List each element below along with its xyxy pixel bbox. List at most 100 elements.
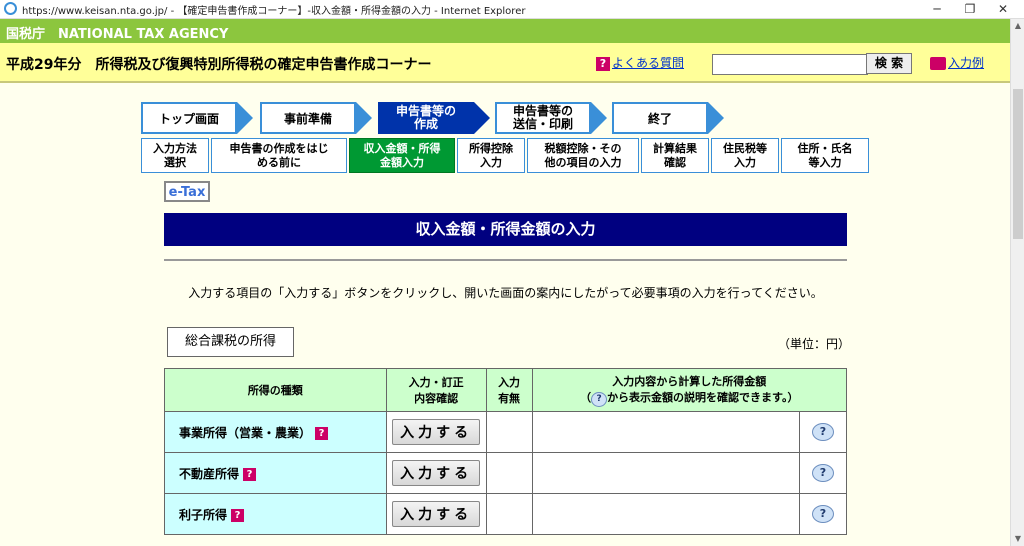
col-kind-label: 所得の種類 bbox=[247, 384, 303, 397]
example-label: 入力例 bbox=[948, 56, 985, 70]
step-send-label-2: 送信・印刷 bbox=[512, 117, 573, 131]
help-icon[interactable]: ? bbox=[812, 505, 834, 523]
substep-1-label-1: 入力方法 bbox=[153, 141, 197, 155]
step-prep-label: 事前準備 bbox=[283, 111, 332, 126]
substep-address: 住所・氏名 等入力 bbox=[781, 138, 869, 173]
help-icon[interactable]: ? bbox=[812, 464, 834, 482]
step-top-label: トップ画面 bbox=[158, 111, 219, 126]
section-label: 総合課税の所得 bbox=[167, 327, 294, 357]
step-create-label-2: 作成 bbox=[413, 117, 438, 131]
step-send: 申告書等の 送信・印刷 bbox=[495, 102, 591, 134]
substep-result: 計算結果 確認 bbox=[641, 138, 709, 173]
divider bbox=[164, 259, 847, 261]
substep-deduction: 所得控除 入力 bbox=[457, 138, 525, 173]
corner-title: 平成29年分 所得税及び復興特別所得税の確定申告書作成コーナー bbox=[6, 57, 432, 73]
row-help-cell: ? bbox=[799, 493, 847, 535]
col-amount-header: 入力内容から計算した所得金額 （? から表示金額の説明を確認できます。） bbox=[531, 368, 848, 412]
row-kind: 事業所得（営業・農業）? bbox=[164, 411, 387, 453]
page-title: 収入金額・所得金額の入力 bbox=[164, 213, 847, 246]
substep-8-label-1: 住所・氏名 bbox=[797, 141, 853, 155]
table-row: 利子所得? 入力する ? bbox=[164, 493, 847, 535]
row-amount bbox=[531, 411, 801, 453]
row-kind-label: 事業所得（営業・農業） bbox=[179, 425, 312, 440]
substep-5-label-1: 税額控除・その bbox=[544, 141, 622, 155]
row-kind-label: 不動産所得 bbox=[179, 466, 240, 481]
book-icon bbox=[930, 57, 946, 70]
step-arrow bbox=[237, 102, 253, 134]
step-arrow bbox=[708, 102, 724, 134]
ie-logo-icon bbox=[4, 2, 17, 15]
row-kind: 不動産所得? bbox=[164, 452, 387, 494]
agency-bar: 国税庁 NATIONAL TAX AGENCY bbox=[0, 19, 1024, 43]
example-link[interactable]: 入力例 bbox=[930, 54, 984, 71]
scroll-down-icon[interactable]: ▼ bbox=[1011, 532, 1024, 546]
restore-button[interactable]: ❐ bbox=[955, 0, 985, 18]
substep-tax-credit: 税額控除・その 他の項目の入力 bbox=[527, 138, 639, 173]
step-arrow bbox=[474, 102, 490, 134]
search-input[interactable] bbox=[712, 54, 868, 75]
col-amount-label-1: 入力内容から計算した所得金額 bbox=[612, 375, 767, 388]
question-icon[interactable]: ? bbox=[315, 426, 329, 440]
row-button-cell: 入力する bbox=[385, 411, 487, 453]
scroll-thumb[interactable] bbox=[1013, 89, 1023, 239]
substep-4-label-1: 所得控除 bbox=[469, 141, 513, 155]
input-button-business[interactable]: 入力する bbox=[392, 419, 481, 445]
table-row: 不動産所得? 入力する ? bbox=[164, 452, 847, 494]
row-help-cell: ? bbox=[799, 452, 847, 494]
row-button-cell: 入力する bbox=[385, 452, 487, 494]
table-header-row: 所得の種類 入力・訂正 内容確認 入力 有無 入力内容から計算した所得金額 （? から表… bbox=[164, 368, 848, 412]
help-icon: ? bbox=[591, 392, 608, 407]
row-button-cell: 入力する bbox=[385, 493, 487, 535]
substep-3-label-1: 収入金額・所得 bbox=[363, 141, 441, 155]
row-amount bbox=[531, 493, 801, 535]
step-end: 終了 bbox=[612, 102, 708, 134]
substep-6-label-1: 計算結果 bbox=[653, 141, 697, 155]
substep-8-label-2: 等入力 bbox=[808, 155, 842, 169]
substep-2-label-2: める前に bbox=[257, 155, 301, 169]
search-button[interactable]: 検 索 bbox=[866, 53, 912, 74]
row-status bbox=[485, 493, 533, 535]
row-help-cell: ? bbox=[799, 411, 847, 453]
income-table: 所得の種類 入力・訂正 内容確認 入力 有無 入力内容から計算した所得金額（? から表… bbox=[164, 368, 848, 535]
vertical-scrollbar[interactable]: ▲ ▼ bbox=[1010, 19, 1024, 546]
substep-4-label-2: 入力 bbox=[480, 155, 502, 169]
close-button[interactable]: ✕ bbox=[988, 0, 1018, 18]
substep-1-label-2: 選択 bbox=[164, 155, 186, 169]
help-icon[interactable]: ? bbox=[812, 423, 834, 441]
input-button-real-estate[interactable]: 入力する bbox=[392, 460, 481, 486]
faq-link[interactable]: ? よくある質問 bbox=[596, 54, 684, 71]
col-status-label-1: 入力 bbox=[498, 376, 521, 389]
row-status bbox=[485, 452, 533, 494]
substep-6-label-2: 確認 bbox=[664, 155, 686, 169]
row-status bbox=[485, 411, 533, 453]
col-input-header: 入力・訂正 内容確認 bbox=[385, 368, 487, 412]
unit-label: （単位：円） bbox=[778, 337, 851, 351]
substep-before-start: 申告書の作成をはじ める前に bbox=[211, 138, 347, 173]
substep-resident-tax: 住民税等 入力 bbox=[711, 138, 779, 173]
col-status-header: 入力 有無 bbox=[485, 368, 533, 412]
substep-5-label-2: 他の項目の入力 bbox=[544, 155, 622, 169]
col-amount-label-pre: （ bbox=[580, 391, 592, 404]
question-icon[interactable]: ? bbox=[231, 508, 245, 522]
faq-label: よくある質問 bbox=[612, 56, 685, 70]
row-amount bbox=[531, 452, 801, 494]
step-arrow bbox=[356, 102, 372, 134]
input-button-interest[interactable]: 入力する bbox=[392, 501, 481, 527]
instruction-text: 入力する項目の「入力する」ボタンをクリックし、開いた画面の案内にしたがって必要事… bbox=[188, 286, 823, 300]
substep-2-label-1: 申告書の作成をはじ bbox=[229, 141, 329, 155]
question-icon[interactable]: ? bbox=[243, 467, 257, 481]
step-create: 申告書等の 作成 bbox=[378, 102, 474, 134]
substep-7-label-1: 住民税等 bbox=[723, 141, 767, 155]
step-end-label: 終了 bbox=[647, 111, 672, 126]
col-input-label-1: 入力・訂正 bbox=[408, 376, 464, 389]
window-title: https://www.keisan.nta.go.jp/ - 【確定申告書作成… bbox=[22, 6, 526, 17]
scroll-up-icon[interactable]: ▲ bbox=[1011, 19, 1024, 33]
table-row: 事業所得（営業・農業）? 入力する ? bbox=[164, 411, 847, 453]
col-kind-header: 所得の種類 bbox=[164, 368, 387, 412]
agency-name: 国税庁 NATIONAL TAX AGENCY bbox=[6, 27, 229, 42]
step-prep: 事前準備 bbox=[260, 102, 356, 134]
minimize-button[interactable]: ─ bbox=[922, 0, 952, 18]
substep-input-method: 入力方法 選択 bbox=[141, 138, 209, 173]
window-titlebar: https://www.keisan.nta.go.jp/ - 【確定申告書作成… bbox=[0, 0, 1024, 19]
question-icon: ? bbox=[596, 56, 610, 71]
